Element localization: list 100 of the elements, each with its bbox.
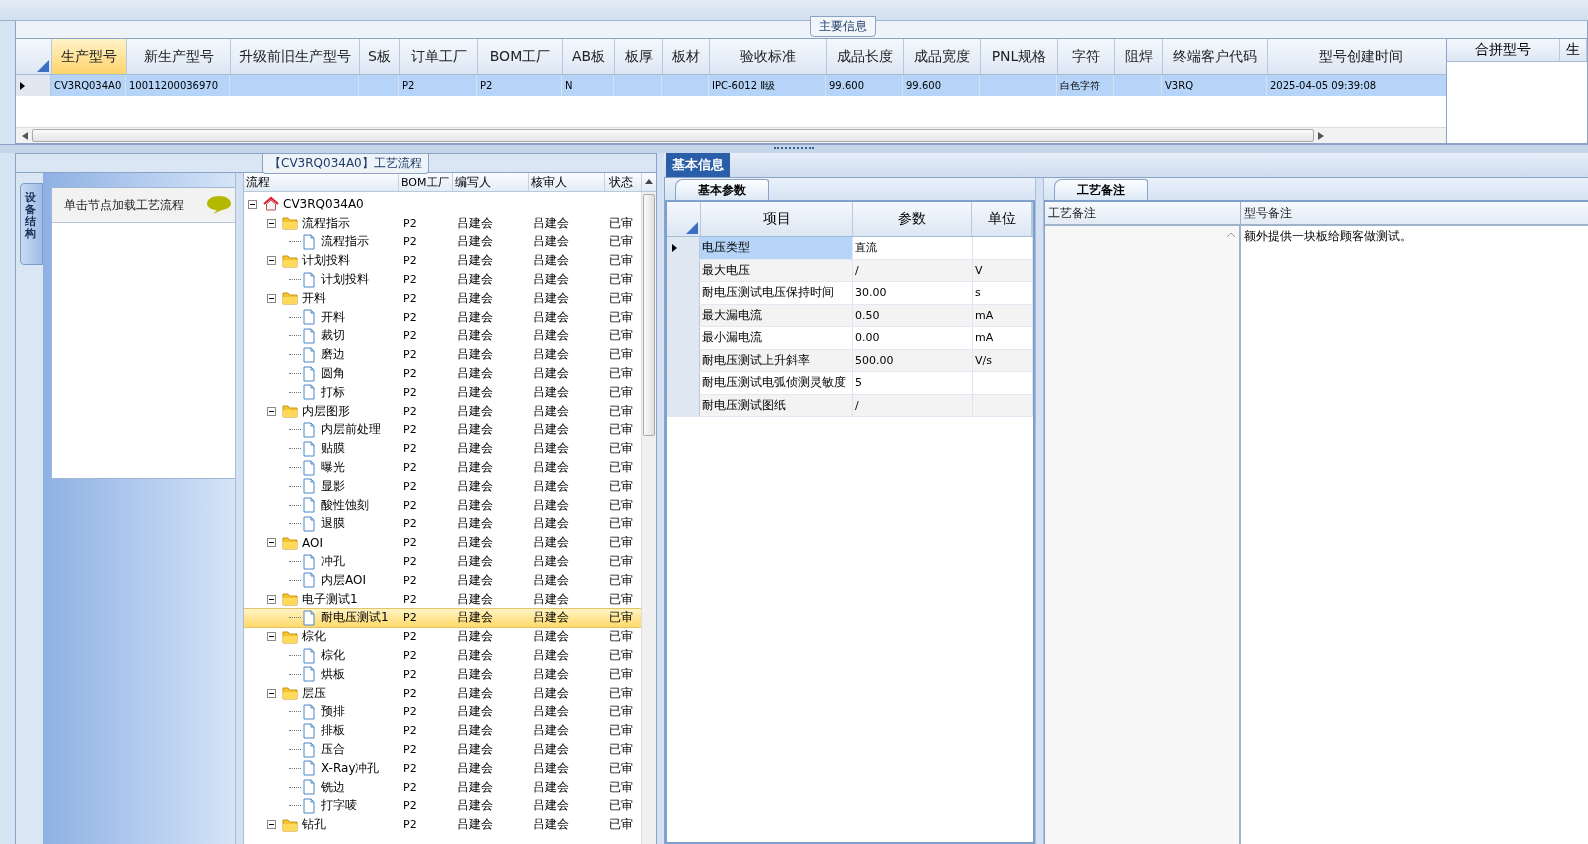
- column-header[interactable]: 验收标准: [710, 39, 827, 74]
- tree-node-label[interactable]: 退膜: [321, 515, 345, 533]
- tree-node-label[interactable]: X-Ray冲孔: [321, 759, 380, 777]
- document-icon: [301, 609, 317, 626]
- scrollbar-thumb[interactable]: [32, 129, 1314, 142]
- expander-icon[interactable]: [267, 218, 276, 228]
- column-header[interactable]: 编写人: [453, 173, 529, 191]
- tree-node-label[interactable]: 钻孔: [302, 816, 326, 834]
- column-header[interactable]: 合拼型号: [1447, 39, 1560, 61]
- tree-node-label[interactable]: 排板: [321, 722, 345, 740]
- tree-node-label[interactable]: AOI: [302, 535, 323, 550]
- column-header[interactable]: 单位: [972, 202, 1032, 236]
- expander-icon[interactable]: [267, 406, 276, 416]
- expander-icon[interactable]: [267, 538, 276, 548]
- scroll-left-icon[interactable]: [22, 131, 28, 140]
- tree-node-label[interactable]: CV3RQ034A0: [283, 197, 364, 212]
- column-header[interactable]: 终端客户代码: [1163, 39, 1268, 74]
- expander-icon[interactable]: [267, 632, 276, 642]
- tree-node-label[interactable]: 打标: [321, 383, 345, 401]
- tree-node-label[interactable]: 曝光: [321, 459, 345, 477]
- table-cell-text: P2: [402, 478, 418, 495]
- table-cell-text: P2: [402, 760, 418, 777]
- column-header[interactable]: 升级前旧生产型号: [231, 39, 360, 74]
- column-header[interactable]: 核审人: [529, 173, 605, 191]
- column-header[interactable]: 流程: [244, 173, 399, 191]
- info-tab[interactable]: 基本信息: [666, 153, 730, 177]
- table-cell-text: P2: [402, 798, 418, 815]
- table-cell-text: 吕建会: [532, 214, 570, 232]
- tree-node-label[interactable]: 压合: [321, 741, 345, 758]
- column-header[interactable]: 生产型号: [52, 39, 127, 74]
- tree-node-label[interactable]: 棕化: [302, 628, 326, 646]
- expander-icon[interactable]: [267, 256, 276, 266]
- column-header[interactable]: BOM工厂: [478, 39, 563, 74]
- column-header[interactable]: 项目: [701, 202, 854, 236]
- column-header[interactable]: 生: [1560, 39, 1587, 61]
- expander-icon[interactable]: [267, 594, 276, 604]
- table-cell-text: 吕建会: [456, 553, 494, 571]
- column-header[interactable]: 板材: [663, 39, 710, 74]
- splitter-grip[interactable]: [774, 147, 814, 151]
- tree-node-label[interactable]: 计划投料: [302, 252, 350, 270]
- table-cell: 耐电压测试电弧侦测灵敏度: [700, 372, 853, 394]
- params-tab[interactable]: 基本参数: [675, 179, 769, 200]
- table-cell: N: [562, 75, 614, 96]
- vertical-tab[interactable]: 设备结构: [20, 183, 43, 265]
- column-header[interactable]: 订单工厂: [400, 39, 478, 74]
- tree-node-label[interactable]: 开料: [321, 308, 345, 326]
- column-header[interactable]: 工艺备注: [1045, 202, 1241, 224]
- tree-node-label[interactable]: 铣边: [321, 778, 345, 796]
- tree-node-label[interactable]: 酸性蚀刻: [321, 496, 369, 514]
- tree-node-label[interactable]: 打字唛: [321, 797, 357, 815]
- tree-node-label[interactable]: 内层前处理: [321, 421, 381, 439]
- tree-node-label[interactable]: 流程指示: [302, 214, 350, 232]
- row-header[interactable]: [16, 75, 51, 96]
- column-header[interactable]: 参数: [853, 202, 973, 236]
- expander-icon[interactable]: [267, 820, 276, 830]
- folder-icon: [282, 816, 298, 833]
- tree-node-label[interactable]: 内层AOI: [321, 571, 366, 589]
- column-header[interactable]: 新生产型号: [127, 39, 231, 74]
- table-cell: 直流: [853, 237, 973, 259]
- tree-node-label[interactable]: 流程指示: [321, 233, 369, 251]
- tree-node-label[interactable]: 裁切: [321, 327, 345, 345]
- tree-node-label[interactable]: 贴膜: [321, 440, 345, 458]
- tree-node-label[interactable]: 磨边: [321, 346, 345, 364]
- column-header[interactable]: BOM工厂: [399, 173, 453, 191]
- row-header[interactable]: [667, 237, 700, 259]
- tree-node-label[interactable]: 开料: [302, 289, 326, 307]
- column-header[interactable]: 阻焊: [1115, 39, 1163, 74]
- table-cell: 最大漏电流: [700, 304, 853, 326]
- tree-node-label[interactable]: 计划投料: [321, 271, 369, 289]
- tree-node-label[interactable]: 圆角: [321, 365, 345, 383]
- column-header[interactable]: 成品宽度: [904, 39, 981, 74]
- table-cell-text: 吕建会: [532, 778, 570, 796]
- tree-node-label[interactable]: 烘板: [321, 665, 345, 683]
- tree-node-label[interactable]: 棕化: [321, 647, 345, 664]
- scroll-up-icon[interactable]: [645, 179, 653, 184]
- tree-node-label[interactable]: 预排: [321, 703, 345, 721]
- column-header[interactable]: 字符: [1058, 39, 1115, 74]
- table-cell-text: 已审: [608, 703, 634, 721]
- table-cell-text: 吕建会: [532, 496, 570, 514]
- tree-node-label[interactable]: 冲孔: [321, 553, 345, 571]
- scrollbar-thumb[interactable]: [643, 194, 655, 436]
- tree-node-label[interactable]: 耐电压测试1: [321, 609, 389, 627]
- tree-node-label[interactable]: 显影: [321, 477, 345, 495]
- tree-node-label[interactable]: 内层图形: [302, 402, 350, 420]
- column-header[interactable]: 型号备注: [1241, 202, 1588, 224]
- notes-tab[interactable]: 工艺备注: [1054, 179, 1148, 200]
- column-header[interactable]: S板: [360, 39, 400, 74]
- column-header[interactable]: PNL规格: [981, 39, 1058, 74]
- expander-icon[interactable]: [248, 199, 257, 209]
- column-header[interactable]: AB板: [563, 39, 615, 74]
- tree-node-label[interactable]: 层压: [302, 684, 326, 702]
- table-cell: 耐电压测试电压保持时间: [700, 282, 853, 304]
- table-cell-text: 吕建会: [456, 252, 494, 270]
- expander-icon[interactable]: [267, 293, 276, 303]
- tree-node-label[interactable]: 电子测试1: [302, 590, 358, 608]
- column-header[interactable]: 状态: [605, 173, 642, 191]
- scroll-right-icon[interactable]: [1318, 131, 1324, 140]
- expander-icon[interactable]: [267, 688, 276, 698]
- column-header[interactable]: 成品长度: [827, 39, 904, 74]
- column-header[interactable]: 板厚: [615, 39, 663, 74]
